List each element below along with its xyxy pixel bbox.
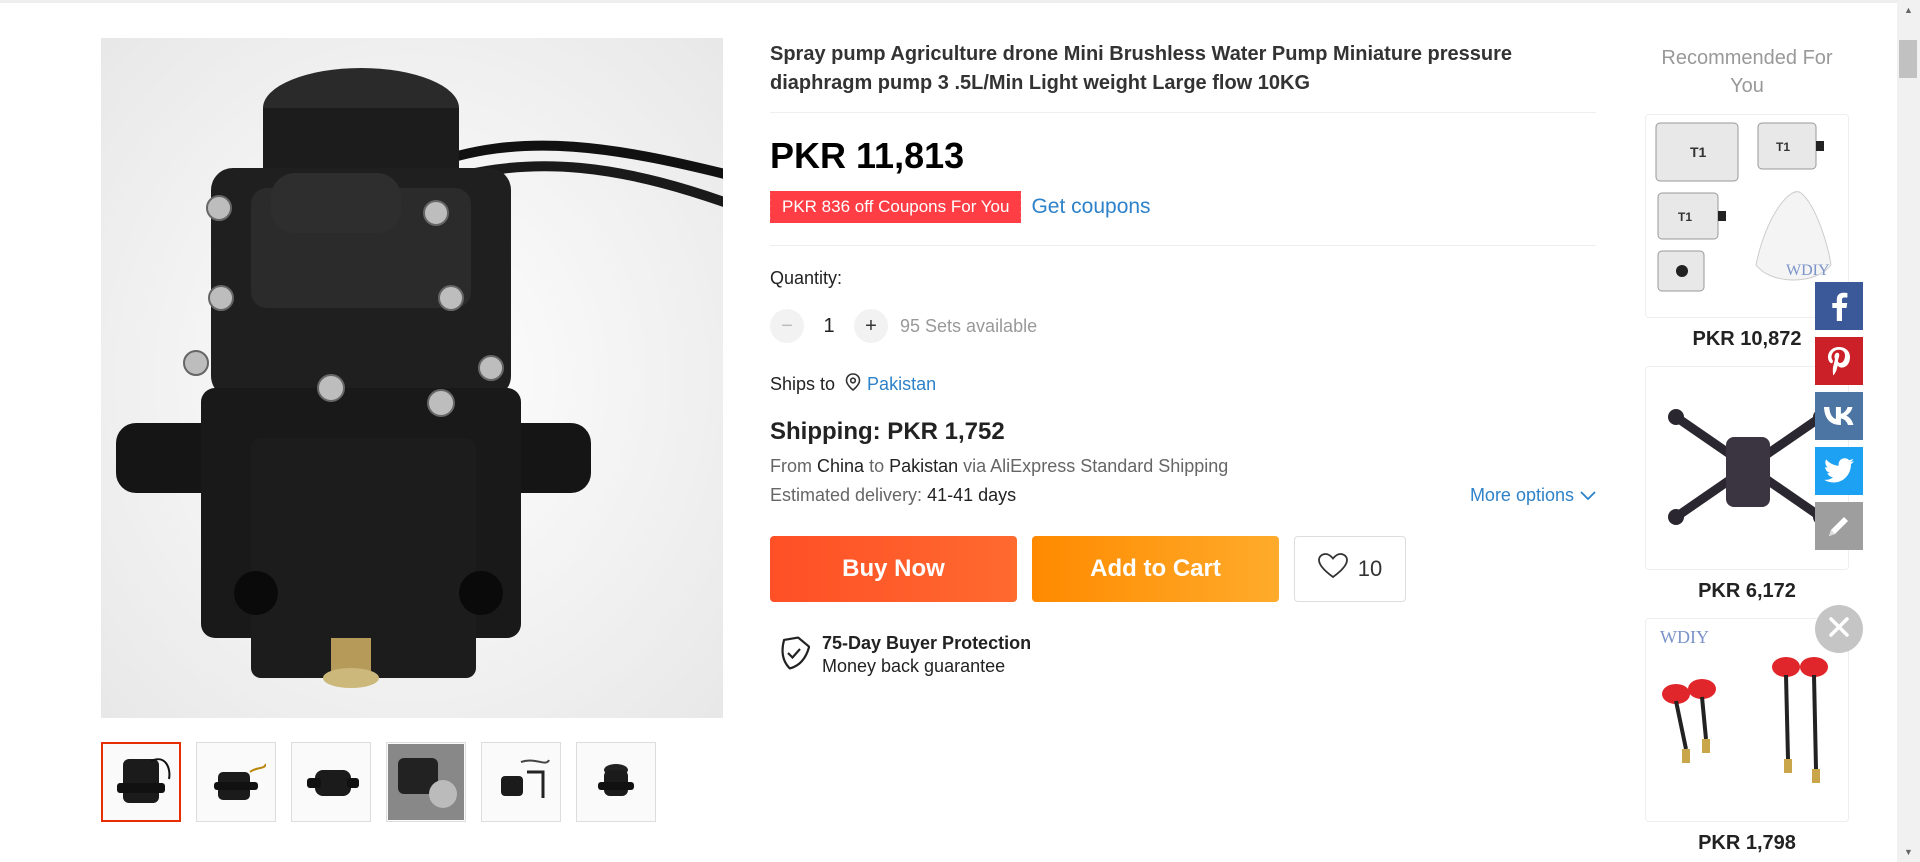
vertical-scrollbar[interactable] [1897, 0, 1920, 862]
quantity-input[interactable]: 1 [804, 315, 854, 338]
from-country: China [817, 456, 865, 476]
coupon-tag[interactable]: PKR 836 off Coupons For You [767, 191, 1022, 223]
quantity-label: Quantity: [770, 268, 843, 288]
quantity-increase-button[interactable]: + [854, 309, 888, 343]
svg-text:T1: T1 [1678, 210, 1692, 224]
more-options-label: More options [1469, 485, 1574, 505]
thumbnail-1[interactable] [101, 742, 181, 822]
close-share-button[interactable] [1815, 605, 1863, 653]
to-word: to [869, 456, 885, 476]
wdiy-watermark: WDIY [1786, 262, 1830, 279]
shield-check-icon [778, 635, 811, 676]
share-bar [1815, 282, 1863, 557]
recommended-price-3: PKR 1,798 [1698, 832, 1796, 854]
twitter-icon[interactable] [1815, 447, 1863, 495]
product-price: PKR 11,813 [770, 135, 965, 176]
recommended-title: Recommended For You [1661, 47, 1833, 97]
edit-icon[interactable] [1815, 502, 1863, 550]
shipping-route: From China to Pakistan via AliExpress St… [770, 456, 1596, 477]
scrollbar-thumb[interactable] [1899, 40, 1917, 78]
get-coupons-link[interactable]: Get coupons [1031, 195, 1150, 219]
action-buttons: Buy Now Add to Cart 10 [770, 536, 1596, 602]
thumbnail-4[interactable] [386, 742, 466, 822]
shipping-cost: Shipping: PKR 1,752 [770, 418, 1005, 445]
thumbnail-5[interactable] [481, 742, 561, 822]
main-product-image[interactable] [101, 38, 723, 718]
estimated-delivery-value: 41-41 days [927, 485, 1017, 505]
coupon-row: PKR 836 off Coupons For You Get coupons [767, 191, 1596, 246]
ships-to-row: Ships to Pakistan [770, 373, 1596, 396]
add-to-cart-button[interactable]: Add to Cart [1032, 536, 1279, 602]
delivery-row: Estimated delivery: 41-41 days More opti… [770, 485, 1596, 506]
vk-icon[interactable] [1815, 392, 1863, 440]
close-icon [1828, 616, 1850, 643]
heart-icon [1317, 553, 1348, 585]
svg-text:T1: T1 [1776, 140, 1790, 154]
facebook-icon[interactable] [1815, 282, 1863, 330]
ships-to-country-link[interactable]: Pakistan [867, 374, 936, 395]
pinterest-icon[interactable] [1815, 337, 1863, 385]
from-word: From [770, 456, 812, 476]
top-divider [0, 0, 1900, 3]
quantity-decrease-button[interactable]: − [770, 309, 804, 343]
wishlist-count: 10 [1357, 556, 1383, 581]
ships-to-label: Ships to [770, 374, 836, 394]
buy-now-button[interactable]: Buy Now [770, 536, 1017, 602]
estimated-delivery-label: Estimated delivery: [770, 485, 923, 505]
protection-title: 75-Day Buyer Protection [822, 633, 1032, 653]
thumbnail-2[interactable] [196, 742, 276, 822]
stock-available: 95 Sets available [900, 315, 1038, 336]
wishlist-button[interactable]: 10 [1294, 536, 1406, 602]
protection-subtitle: Money back guarantee [822, 656, 1006, 676]
buyer-protection: 75-Day Buyer Protection Money back guara… [778, 632, 1596, 678]
wdiy-watermark: WDIY [1660, 627, 1709, 647]
thumbnail-strip [101, 742, 656, 822]
chevron-down-icon [1580, 485, 1596, 506]
svg-text:T1: T1 [1690, 144, 1707, 160]
estimated-delivery: Estimated delivery: 41-41 days [770, 485, 1016, 506]
thumbnail-3[interactable] [291, 742, 371, 822]
location-pin-icon [845, 373, 861, 396]
quantity-stepper: − 1 + 95 Sets available [770, 309, 1596, 343]
more-options-link[interactable]: More options [1470, 485, 1596, 506]
recommended-item-3[interactable]: WDIY [1645, 618, 1849, 822]
product-info: Spray pump Agriculture drone Mini Brushl… [767, 40, 1596, 678]
product-title: Spray pump Agriculture drone Mini Brushl… [770, 40, 1596, 113]
shipping-method: via AliExpress Standard Shipping [963, 456, 1229, 476]
scroll-up-icon[interactable]: ▲ [1897, 0, 1920, 20]
scroll-down-icon[interactable]: ▼ [1897, 842, 1920, 862]
recommended-price-2: PKR 6,172 [1698, 580, 1796, 602]
thumbnail-6[interactable] [576, 742, 656, 822]
to-country: Pakistan [889, 456, 959, 476]
